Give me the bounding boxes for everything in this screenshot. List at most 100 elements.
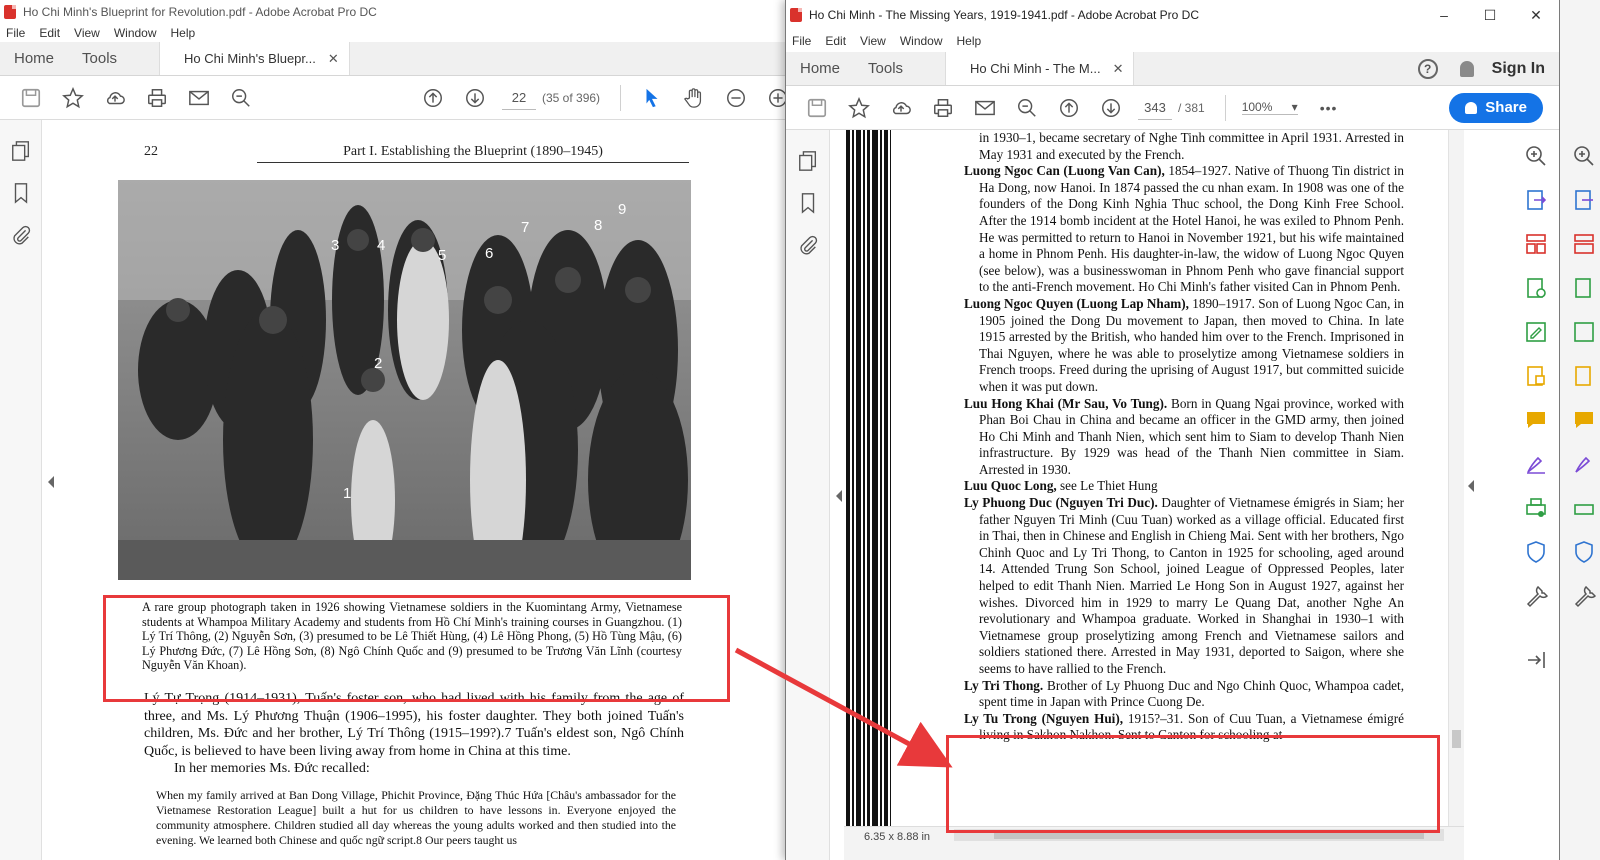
more-tools-wrench-icon[interactable] bbox=[1524, 584, 1549, 608]
previous-page-icon[interactable] bbox=[421, 86, 445, 110]
page-number-input[interactable]: 22 bbox=[502, 86, 536, 110]
chevron-down-icon: ▾ bbox=[1291, 100, 1298, 114]
notifications-bell-icon[interactable] bbox=[1459, 60, 1474, 77]
export-pdf-icon[interactable] bbox=[1524, 188, 1548, 212]
collapse-tools-arrow-icon[interactable] bbox=[1468, 480, 1474, 492]
menu-edit[interactable]: Edit bbox=[825, 34, 846, 48]
email-icon[interactable] bbox=[973, 96, 997, 120]
glossary-entry: Luong Ngoc Can (Luong Van Can), 1854–192… bbox=[964, 163, 1404, 296]
upload-cloud-icon[interactable] bbox=[103, 86, 127, 110]
right-window-title: Ho Chi Minh - The Missing Years, 1919-19… bbox=[809, 8, 1199, 22]
entry-head: Ly Tri Thong. bbox=[964, 677, 1044, 693]
print-icon[interactable] bbox=[931, 96, 955, 120]
background-tools-pane bbox=[1562, 130, 1600, 628]
menu-help[interactable]: Help bbox=[957, 34, 982, 48]
edit-pdf-icon[interactable] bbox=[1572, 320, 1596, 344]
email-icon[interactable] bbox=[187, 86, 211, 110]
glossary-text: in 1930–1, became secretary of Nghe Tinh… bbox=[964, 130, 1404, 744]
photo-label-8: 8 bbox=[594, 217, 602, 234]
sign-in-button[interactable]: Sign In bbox=[1492, 60, 1545, 78]
export-pdf-icon[interactable] bbox=[1572, 188, 1596, 212]
hand-tool-icon[interactable] bbox=[682, 86, 706, 110]
protect-shield-icon[interactable] bbox=[1524, 540, 1548, 564]
more-tools-wrench-icon[interactable] bbox=[1572, 584, 1597, 608]
attachments-icon[interactable] bbox=[797, 234, 819, 256]
page-size-readout: 6.35 x 8.88 in bbox=[864, 831, 931, 843]
save-icon[interactable] bbox=[805, 96, 829, 120]
zoom-out-icon[interactable] bbox=[724, 86, 748, 110]
glossary-entry: Ly Phuong Duc (Nguyen Tri Duc). Daughter… bbox=[964, 495, 1404, 678]
search-zoom-icon[interactable] bbox=[1015, 96, 1039, 120]
bookmarks-icon[interactable] bbox=[10, 182, 32, 204]
tab-tools[interactable]: Tools bbox=[854, 52, 917, 85]
bookmark-star-icon[interactable] bbox=[847, 96, 871, 120]
upload-cloud-icon[interactable] bbox=[889, 96, 913, 120]
body-paragraph-2: In her memories Ms. Đức recalled: bbox=[174, 761, 370, 776]
help-icon[interactable]: ? bbox=[1417, 58, 1438, 79]
menu-help[interactable]: Help bbox=[171, 26, 196, 40]
protect-shield-icon[interactable] bbox=[1572, 540, 1596, 564]
create-pdf-icon[interactable] bbox=[1572, 276, 1596, 300]
vertical-scrollbar[interactable] bbox=[1448, 130, 1464, 826]
print-production-icon[interactable] bbox=[1524, 496, 1548, 520]
page-number-input[interactable]: 343 bbox=[1138, 96, 1172, 120]
fill-sign-icon[interactable] bbox=[1524, 452, 1548, 476]
previous-page-icon[interactable] bbox=[1057, 96, 1081, 120]
collapse-left-panel-icon[interactable] bbox=[836, 490, 842, 502]
next-page-icon[interactable] bbox=[1099, 96, 1123, 120]
collapse-tools-pane-icon[interactable] bbox=[1524, 648, 1548, 672]
bookmark-star-icon[interactable] bbox=[61, 86, 85, 110]
menu-file[interactable]: File bbox=[792, 34, 811, 48]
organize-pages-icon[interactable] bbox=[1524, 232, 1548, 256]
create-pdf-icon[interactable] bbox=[1524, 276, 1548, 300]
tab-document[interactable]: Ho Chi Minh - The M... ✕ bbox=[945, 52, 1135, 85]
edit-pdf-icon[interactable] bbox=[1524, 320, 1548, 344]
tab-home[interactable]: Home bbox=[0, 42, 68, 75]
zoom-level-select[interactable]: 100% ▾ bbox=[1241, 100, 1298, 115]
bookmarks-icon[interactable] bbox=[797, 192, 819, 214]
share-button[interactable]: Share bbox=[1449, 92, 1543, 123]
menu-edit[interactable]: Edit bbox=[39, 26, 60, 40]
menu-view[interactable]: View bbox=[860, 34, 886, 48]
page-thumbnails-icon[interactable] bbox=[797, 150, 819, 172]
collapse-left-panel-icon[interactable] bbox=[48, 476, 54, 488]
toolbar-divider bbox=[1224, 94, 1226, 121]
print-production-icon[interactable] bbox=[1572, 496, 1596, 520]
close-tab-icon[interactable]: ✕ bbox=[1113, 61, 1124, 77]
close-window-icon[interactable]: ✕ bbox=[1513, 7, 1559, 24]
more-tools-icon[interactable]: ••• bbox=[1320, 100, 1338, 116]
tab-home[interactable]: Home bbox=[786, 52, 854, 85]
search-zoom-icon[interactable] bbox=[229, 86, 253, 110]
running-head: Part I. Establishing the Blueprint (1890… bbox=[257, 144, 689, 163]
menu-file[interactable]: File bbox=[6, 26, 25, 40]
menu-view[interactable]: View bbox=[74, 26, 100, 40]
print-icon[interactable] bbox=[145, 86, 169, 110]
scrollbar-thumb[interactable] bbox=[1452, 730, 1461, 748]
attachments-icon[interactable] bbox=[10, 224, 32, 246]
save-icon[interactable] bbox=[19, 86, 43, 110]
next-page-icon[interactable] bbox=[463, 86, 487, 110]
tab-document[interactable]: Ho Chi Minh's Bluepr... ✕ bbox=[159, 42, 350, 75]
tab-tools[interactable]: Tools bbox=[68, 42, 131, 75]
photo-label-3: 3 bbox=[331, 237, 339, 254]
page-thumbnails-icon[interactable] bbox=[10, 140, 32, 162]
organize-pages-icon[interactable] bbox=[1572, 232, 1596, 256]
select-cursor-icon[interactable] bbox=[640, 86, 664, 110]
zoom-tool-icon[interactable] bbox=[1572, 144, 1596, 168]
menu-window[interactable]: Window bbox=[114, 26, 157, 40]
comment-icon[interactable] bbox=[1572, 408, 1596, 432]
pdf-file-icon bbox=[790, 8, 802, 22]
maximize-icon[interactable]: ☐ bbox=[1467, 7, 1513, 24]
comment-icon[interactable] bbox=[1524, 408, 1548, 432]
photo-label-4: 4 bbox=[377, 237, 385, 254]
combine-files-icon[interactable] bbox=[1572, 364, 1596, 388]
combine-files-icon[interactable] bbox=[1524, 364, 1548, 388]
fill-sign-icon[interactable] bbox=[1572, 452, 1596, 476]
entry-text: in 1930–1, became secretary of Nghe Tinh… bbox=[979, 130, 1404, 162]
menu-window[interactable]: Window bbox=[900, 34, 943, 48]
tab-bar-actions: ? Sign In bbox=[1417, 52, 1559, 85]
zoom-tool-icon[interactable] bbox=[1524, 144, 1548, 168]
toolbar-divider bbox=[620, 84, 622, 111]
close-tab-icon[interactable]: ✕ bbox=[328, 51, 339, 67]
minimize-icon[interactable]: – bbox=[1421, 7, 1467, 24]
